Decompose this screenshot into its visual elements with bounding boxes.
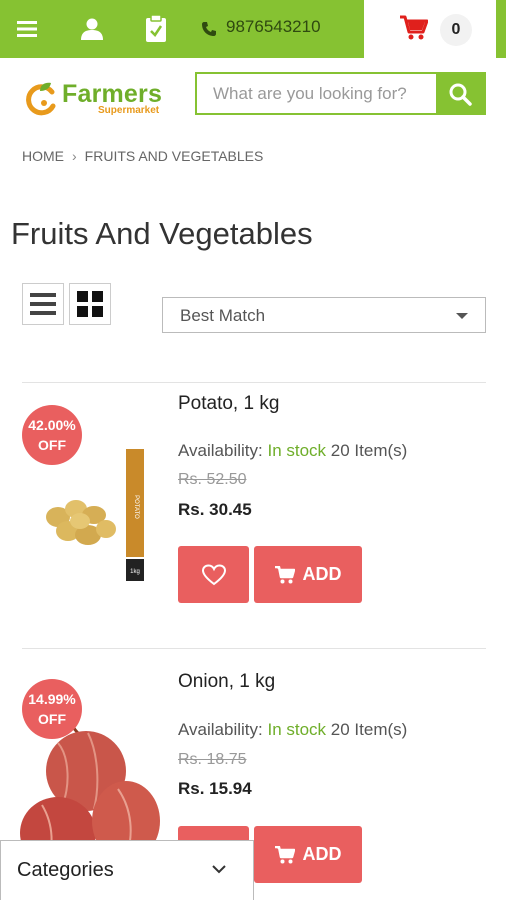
availability-label: Availability: bbox=[178, 441, 263, 460]
list-view-icon bbox=[30, 293, 56, 315]
breadcrumb-current: FRUITS AND VEGETABLES bbox=[84, 148, 264, 164]
search-button[interactable] bbox=[436, 74, 484, 113]
cart-count-badge: 0 bbox=[440, 14, 472, 46]
chevron-right-icon: › bbox=[72, 148, 77, 164]
product-card: 42.00% OFF POTATO 1kg Potato, 1 kg Avail… bbox=[0, 383, 506, 645]
leaf-logo-icon bbox=[26, 82, 56, 116]
search-icon bbox=[449, 83, 472, 106]
shopping-cart-icon bbox=[400, 15, 429, 46]
original-price: Rs. 18.75 bbox=[178, 751, 247, 768]
potato-pack-weight: 1kg bbox=[130, 569, 140, 575]
stock-status: In stock bbox=[267, 720, 327, 739]
discount-badge: 14.99% OFF bbox=[22, 679, 82, 739]
sale-price: Rs. 15.94 bbox=[178, 779, 252, 798]
breadcrumb-home[interactable]: HOME bbox=[22, 148, 64, 164]
discount-percent: 14.99% bbox=[28, 691, 76, 707]
sale-price: Rs. 30.45 bbox=[178, 500, 252, 519]
heart-icon bbox=[201, 563, 226, 585]
original-price: Rs. 52.50 bbox=[178, 471, 247, 488]
list-view-button[interactable] bbox=[22, 283, 64, 325]
farmers-logo[interactable]: Farmers Supermarket bbox=[26, 76, 186, 120]
search-input[interactable] bbox=[197, 74, 438, 113]
stock-quantity: 20 Item(s) bbox=[330, 720, 408, 739]
product-name[interactable]: Potato, 1 kg bbox=[178, 393, 279, 415]
chevron-down-icon bbox=[212, 865, 226, 874]
sort-selected-value: Best Match bbox=[180, 306, 266, 325]
add-label: ADD bbox=[302, 844, 342, 864]
availability: Availability: In stock 20 Item(s) bbox=[178, 720, 407, 740]
wishlist-button[interactable] bbox=[178, 546, 249, 603]
add-label: ADD bbox=[302, 564, 342, 584]
grid-view-icon bbox=[77, 291, 103, 317]
caret-down-icon bbox=[456, 313, 468, 319]
discount-off: OFF bbox=[38, 711, 66, 727]
potato-pack-label: POTATO bbox=[133, 495, 139, 519]
product-name[interactable]: Onion, 1 kg bbox=[178, 671, 275, 693]
menu-icon[interactable] bbox=[14, 0, 40, 58]
clipboard-icon[interactable] bbox=[142, 0, 170, 58]
categories-dropdown[interactable]: Categories bbox=[0, 840, 254, 900]
phone-number[interactable]: 9876543210 bbox=[226, 0, 321, 58]
categories-label: Categories bbox=[17, 859, 114, 881]
breadcrumb: HOME › FRUITS AND VEGETABLES bbox=[22, 148, 263, 164]
top-bar: 9876543210 0 bbox=[0, 0, 506, 58]
sort-select[interactable]: Best Match bbox=[162, 297, 486, 333]
logo-subtitle: Supermarket bbox=[98, 105, 160, 116]
top-bar-edge bbox=[496, 0, 506, 58]
cart-icon bbox=[274, 845, 295, 863]
page-title: Fruits And Vegetables bbox=[11, 216, 313, 251]
add-to-cart-button[interactable]: ADD bbox=[254, 826, 362, 883]
phone-icon bbox=[198, 0, 220, 58]
availability: Availability: In stock 20 Item(s) bbox=[178, 441, 407, 461]
grid-view-button[interactable] bbox=[69, 283, 111, 325]
search-box bbox=[195, 72, 486, 115]
add-to-cart-button[interactable]: ADD bbox=[254, 546, 362, 603]
cart-button[interactable]: 0 bbox=[364, 0, 496, 58]
potato-image[interactable]: POTATO 1kg bbox=[36, 447, 154, 587]
stock-status: In stock bbox=[267, 441, 327, 460]
cart-icon bbox=[274, 565, 295, 583]
user-icon[interactable] bbox=[78, 0, 106, 58]
discount-percent: 42.00% bbox=[28, 417, 76, 433]
availability-label: Availability: bbox=[178, 720, 263, 739]
stock-quantity: 20 Item(s) bbox=[330, 441, 408, 460]
